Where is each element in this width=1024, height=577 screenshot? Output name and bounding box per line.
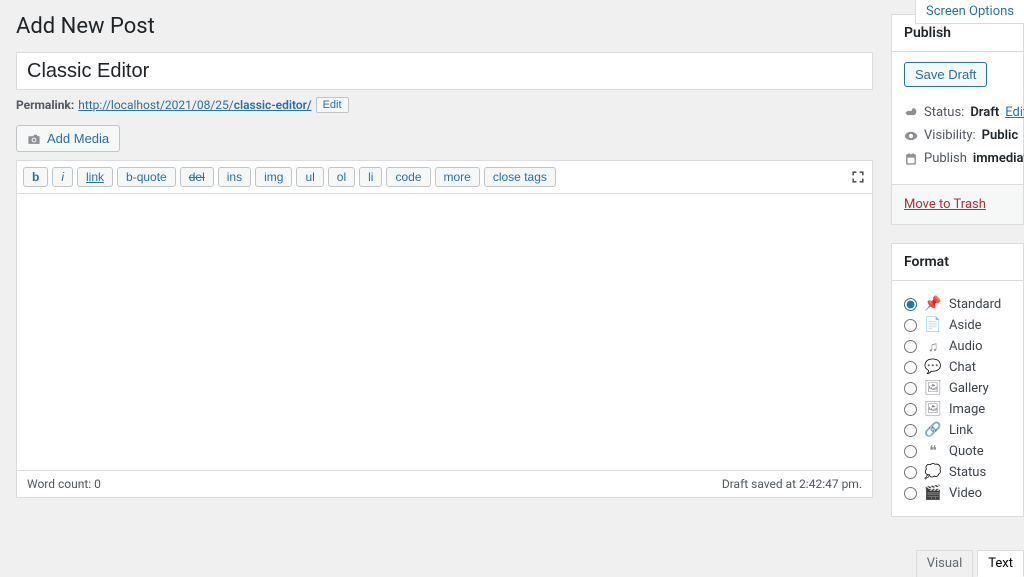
format-label: Status: [949, 465, 986, 480]
status-value: Draft: [970, 105, 999, 120]
quote-icon: ❝: [925, 443, 941, 459]
format-label: Video: [949, 486, 982, 501]
format-link[interactable]: 🔗 Link: [904, 422, 1011, 438]
qt-ul[interactable]: ul: [296, 167, 323, 187]
save-draft-button[interactable]: Save Draft: [904, 62, 987, 87]
format-chat[interactable]: 💬 Chat: [904, 359, 1011, 375]
quicktags-toolbar: b i link b-quote del ins img ul ol li co…: [17, 161, 872, 194]
format-aside[interactable]: 📄 Aside: [904, 317, 1011, 333]
format-quote[interactable]: ❝ Quote: [904, 443, 1011, 459]
pin-icon: 📌: [925, 296, 941, 312]
format-chat-radio[interactable]: [904, 361, 917, 374]
format-quote-radio[interactable]: [904, 445, 917, 458]
format-image[interactable]: 🖼 Image: [904, 401, 1011, 417]
qt-ins[interactable]: ins: [218, 167, 251, 187]
qt-more[interactable]: more: [435, 167, 480, 187]
format-aside-radio[interactable]: [904, 319, 917, 332]
format-label: Quote: [949, 444, 984, 459]
qt-code[interactable]: code: [386, 167, 430, 187]
format-label: Gallery: [949, 381, 989, 396]
qt-del[interactable]: del: [180, 167, 214, 187]
document-icon: 📄: [925, 317, 941, 333]
music-icon: ♫: [925, 338, 941, 354]
qt-close-tags[interactable]: close tags: [484, 167, 556, 187]
qt-link[interactable]: link: [77, 167, 113, 187]
fullscreen-icon[interactable]: [850, 169, 866, 185]
format-video-radio[interactable]: [904, 487, 917, 500]
permalink-link[interactable]: http://localhost/2021/08/25/classic-edit…: [78, 98, 311, 112]
chat-icon: 💬: [925, 359, 941, 375]
draft-saved-status: Draft saved at 2:42:47 pm.: [722, 477, 862, 491]
format-label: Link: [949, 423, 973, 438]
post-title-input[interactable]: [16, 52, 873, 90]
format-label: Aside: [949, 318, 982, 333]
video-icon: 🎬: [925, 485, 941, 501]
permalink-base: http://localhost/2021/08/25/: [78, 98, 234, 112]
permalink-slug: classic-editor/: [234, 98, 312, 112]
publish-date-value: immediately: [973, 151, 1024, 166]
word-count: Word count: 0: [27, 477, 101, 491]
permalink-edit-button[interactable]: Edit: [316, 97, 349, 113]
publish-box: Publish Save Draft Status: Draft Edit Vi…: [891, 14, 1024, 225]
visibility-icon: [904, 129, 918, 143]
format-label: Audio: [949, 339, 982, 354]
camera-icon: [27, 132, 41, 146]
format-title: Format: [892, 244, 1023, 281]
screen-options-tab[interactable]: Screen Options: [915, 0, 1024, 24]
status-icon: 💭: [925, 464, 941, 480]
tab-text[interactable]: Text: [977, 550, 1024, 577]
qt-blockquote[interactable]: b-quote: [117, 167, 176, 187]
format-status[interactable]: 💭 Status: [904, 464, 1011, 480]
permalink-row: Permalink: http://localhost/2021/08/25/c…: [16, 97, 873, 113]
page-title: Add New Post: [16, 14, 873, 39]
format-standard[interactable]: 📌 Standard: [904, 296, 1011, 312]
post-content-textarea[interactable]: [17, 194, 872, 466]
format-label: Chat: [949, 360, 976, 375]
visibility-label: Visibility:: [924, 128, 976, 143]
format-image-radio[interactable]: [904, 403, 917, 416]
format-audio[interactable]: ♫ Audio: [904, 338, 1011, 354]
editor-wrap: b i link b-quote del ins img ul ol li co…: [16, 160, 873, 498]
add-media-label: Add Media: [47, 131, 109, 146]
format-label: Image: [949, 402, 985, 417]
gallery-icon: 🖼: [925, 380, 941, 396]
qt-li[interactable]: li: [359, 167, 382, 187]
move-to-trash-link[interactable]: Move to Trash: [904, 197, 986, 212]
publish-date-label: Publish: [924, 151, 967, 166]
format-standard-radio[interactable]: [904, 298, 917, 311]
image-icon: 🖼: [925, 401, 941, 417]
qt-bold[interactable]: b: [23, 167, 48, 187]
format-box: Format 📌 Standard 📄 Aside ♫ Audio: [891, 243, 1024, 517]
key-icon: [904, 106, 918, 120]
format-audio-radio[interactable]: [904, 340, 917, 353]
qt-italic[interactable]: i: [52, 167, 73, 187]
tab-visual[interactable]: Visual: [916, 550, 974, 577]
qt-ol[interactable]: ol: [328, 167, 355, 187]
calendar-icon: [904, 152, 918, 166]
format-gallery-radio[interactable]: [904, 382, 917, 395]
add-media-button[interactable]: Add Media: [16, 125, 120, 152]
status-edit-link[interactable]: Edit: [1005, 105, 1024, 120]
qt-img[interactable]: img: [255, 167, 292, 187]
format-status-radio[interactable]: [904, 466, 917, 479]
link-icon: 🔗: [925, 422, 941, 438]
visibility-value: Public: [982, 128, 1018, 143]
permalink-label: Permalink:: [16, 98, 74, 112]
status-label: Status:: [924, 105, 964, 120]
format-video[interactable]: 🎬 Video: [904, 485, 1011, 501]
format-link-radio[interactable]: [904, 424, 917, 437]
format-gallery[interactable]: 🖼 Gallery: [904, 380, 1011, 396]
format-label: Standard: [949, 297, 1001, 312]
